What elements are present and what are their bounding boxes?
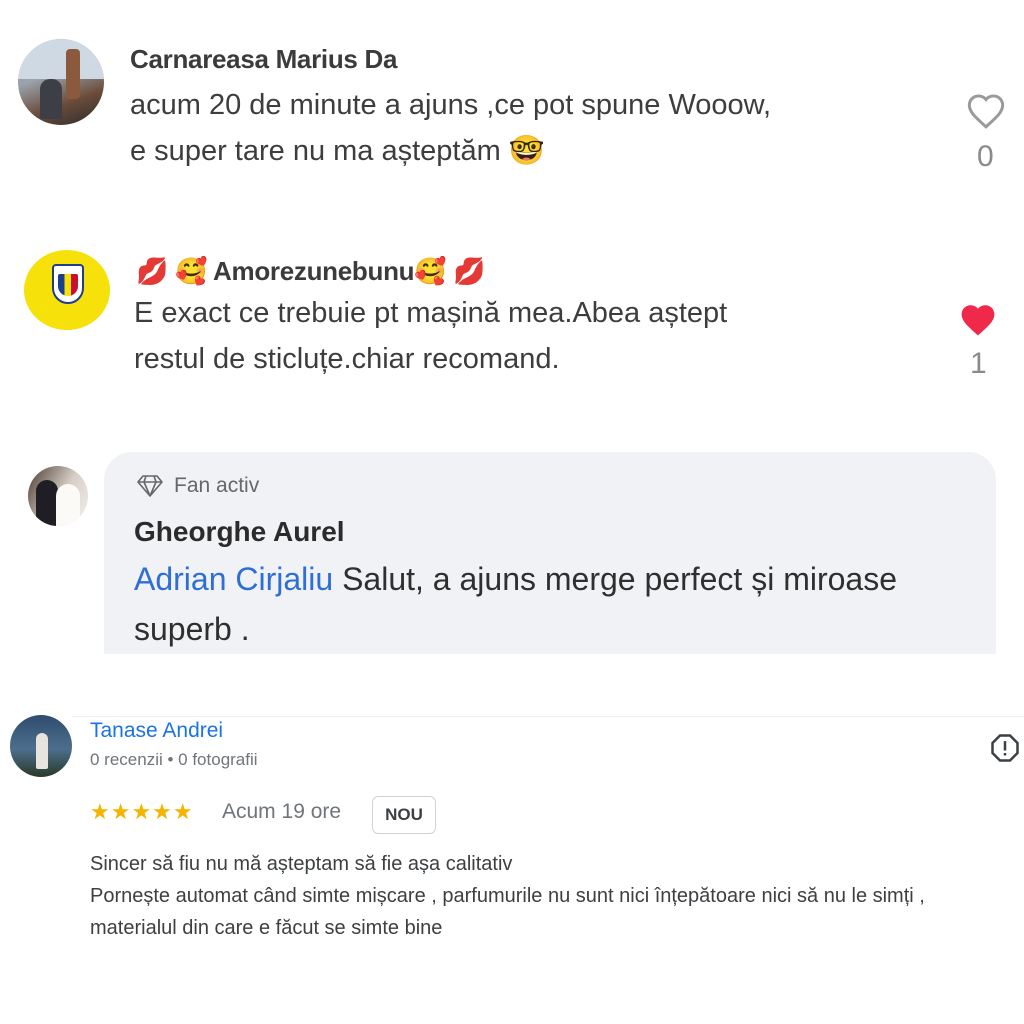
comment-text-line: E exact ce trebuie pt mașină mea.Abea aș… <box>134 297 728 329</box>
avatar-photo-sky <box>18 39 104 79</box>
crest-icon <box>52 264 84 304</box>
avatar-photo-person <box>36 733 48 769</box>
avatar-photo-bride <box>56 484 80 526</box>
diamond-icon <box>137 475 163 497</box>
avatar-photo-groom <box>36 480 58 526</box>
comment-text-line: e super tare nu ma așteptăm 🤓 <box>130 135 545 167</box>
reply-author[interactable]: Gheorghe Aurel <box>134 516 345 548</box>
comment-text: acum 20 de minute a ajuns ,ce pot spune … <box>130 82 771 174</box>
like-count: 0 <box>977 140 994 173</box>
new-badge: NOU <box>372 796 436 834</box>
comment-author[interactable]: Carnareasa Marius Da <box>130 44 397 75</box>
comment-text: E exact ce trebuie pt mașină mea.Abea aș… <box>134 290 727 382</box>
avatar-photo-person <box>40 79 62 119</box>
reviewer-meta: 0 recenzii • 0 fotografii <box>90 750 258 769</box>
review-time: Acum 19 ore <box>222 800 342 823</box>
avatar[interactable] <box>10 715 72 777</box>
heart-outline-icon[interactable] <box>966 92 1006 130</box>
comment-text-line: acum 20 de minute a ajuns ,ce pot spune … <box>130 89 772 121</box>
report-icon[interactable] <box>990 733 1020 763</box>
comment-text-line: restul de sticluțe.chiar recomand. <box>134 343 560 375</box>
reply-bubble: Fan activ Gheorghe Aurel Adrian Cirjaliu… <box>104 452 996 654</box>
avatar-photo-tower <box>66 49 80 99</box>
reviewer-name[interactable]: Tanase Andrei <box>90 719 223 743</box>
like-count: 1 <box>970 347 987 380</box>
review-text-line: Pornește automat când simte mișcare , pa… <box>90 885 925 939</box>
mention-link[interactable]: Adrian Cirjaliu <box>134 561 333 597</box>
fan-badge-label: Fan activ <box>174 474 260 497</box>
avatar[interactable] <box>24 250 110 330</box>
avatar[interactable] <box>18 39 104 125</box>
fan-badge: Fan activ <box>136 474 259 498</box>
avatar[interactable] <box>28 466 88 526</box>
heart-filled-icon[interactable] <box>958 302 998 338</box>
comment-author[interactable]: 💋 🥰 Amorezunebunu🥰 💋 <box>136 256 486 287</box>
review-text: Sincer să fiu nu mă așteptam să fie așa … <box>90 848 1015 944</box>
review-text-line: Sincer să fiu nu mă așteptam să fie așa … <box>90 853 513 875</box>
reply-text: Adrian Cirjaliu Salut, a ajuns merge per… <box>134 554 974 654</box>
divider <box>72 716 1024 717</box>
star-rating: ★★★★★ <box>90 799 194 824</box>
